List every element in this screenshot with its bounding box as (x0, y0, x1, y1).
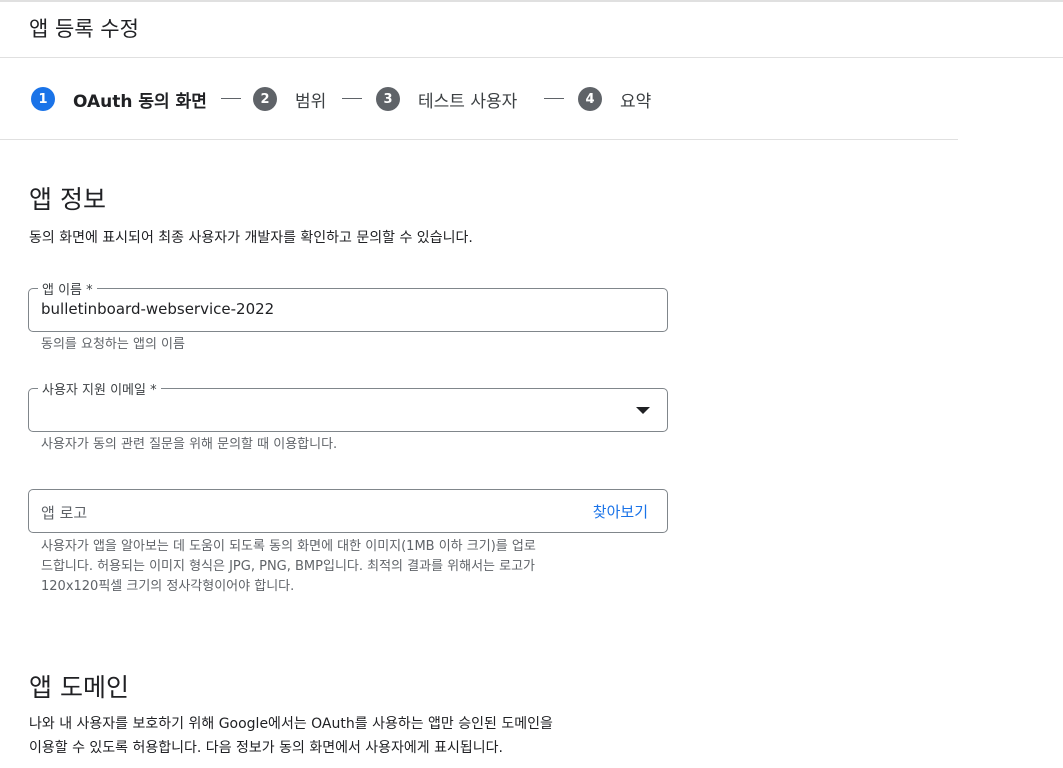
step-test-users[interactable]: 3 테스트 사용자 (376, 86, 517, 112)
step-oauth-consent[interactable]: 1 OAuth 동의 화면 (31, 86, 207, 112)
app-name-field[interactable]: 앱 이름 * bulletinboard-webservice-2022 (28, 279, 668, 332)
step-scopes[interactable]: 2 범위 (253, 86, 326, 112)
step-label-2: 범위 (295, 91, 327, 112)
step-summary[interactable]: 4 요약 (578, 86, 651, 112)
step-number-2: 2 (253, 87, 277, 111)
app-domain-description-line: 나와 내 사용자를 보호하기 위해 Google에서는 OAuth를 사용하는 … (29, 716, 553, 732)
app-logo-hint-line: 드합니다. 허용되는 이미지 형식은 JPG, PNG, BMP입니다. 최적의… (41, 559, 536, 574)
step-number-1: 1 (31, 87, 55, 111)
step-separator (544, 98, 564, 99)
app-domain-title: 앱 도메인 (29, 673, 129, 702)
step-label-1: OAuth 동의 화면 (73, 91, 207, 112)
app-domain-description: 나와 내 사용자를 보호하기 위해 Google에서는 OAuth를 사용하는 … (29, 712, 553, 760)
app-info-title: 앱 정보 (29, 185, 106, 214)
step-number-3: 3 (376, 87, 400, 111)
app-name-hint: 동의를 요청하는 앱의 이름 (41, 337, 185, 352)
app-logo-field[interactable]: 앱 로고 찾아보기 (28, 489, 668, 533)
step-label-3: 테스트 사용자 (418, 91, 518, 112)
support-email-select[interactable]: 사용자 지원 이메일 * (28, 379, 668, 432)
app-logo-placeholder: 앱 로고 (41, 504, 88, 522)
step-label-4: 요약 (620, 91, 652, 112)
top-bar: 앱 등록 수정 (0, 0, 1063, 58)
app-name-label: 앱 이름 * (38, 279, 97, 298)
app-name-value[interactable]: bulletinboard-webservice-2022 (41, 300, 274, 318)
step-separator (342, 98, 362, 99)
app-domain-description-line: 이용할 수 있도록 허용합니다. 다음 정보가 동의 화면에서 사용자에게 표시… (29, 740, 503, 756)
page-title: 앱 등록 수정 (29, 17, 139, 41)
app-info-description: 동의 화면에 표시되어 최종 사용자가 개발자를 확인하고 문의할 수 있습니다… (29, 230, 473, 246)
app-logo-hint-line: 사용자가 앱을 알아보는 데 도움이 되도록 동의 화면에 대한 이미지(1MB… (41, 539, 536, 554)
stepper: 1 OAuth 동의 화면 2 범위 3 테스트 사용자 4 요약 (0, 58, 958, 140)
step-number-4: 4 (578, 87, 602, 111)
browse-button[interactable]: 찾아보기 (593, 501, 648, 522)
step-separator (221, 98, 241, 99)
support-email-label: 사용자 지원 이메일 * (38, 379, 161, 398)
dropdown-arrow-icon[interactable] (636, 407, 650, 414)
app-logo-hint: 사용자가 앱을 알아보는 데 도움이 되도록 동의 화면에 대한 이미지(1MB… (41, 537, 641, 597)
support-email-hint: 사용자가 동의 관련 질문을 위해 문의할 때 이용합니다. (41, 437, 338, 452)
app-logo-hint-line: 120x120픽셀 크기의 정사각형이어야 합니다. (41, 579, 295, 594)
